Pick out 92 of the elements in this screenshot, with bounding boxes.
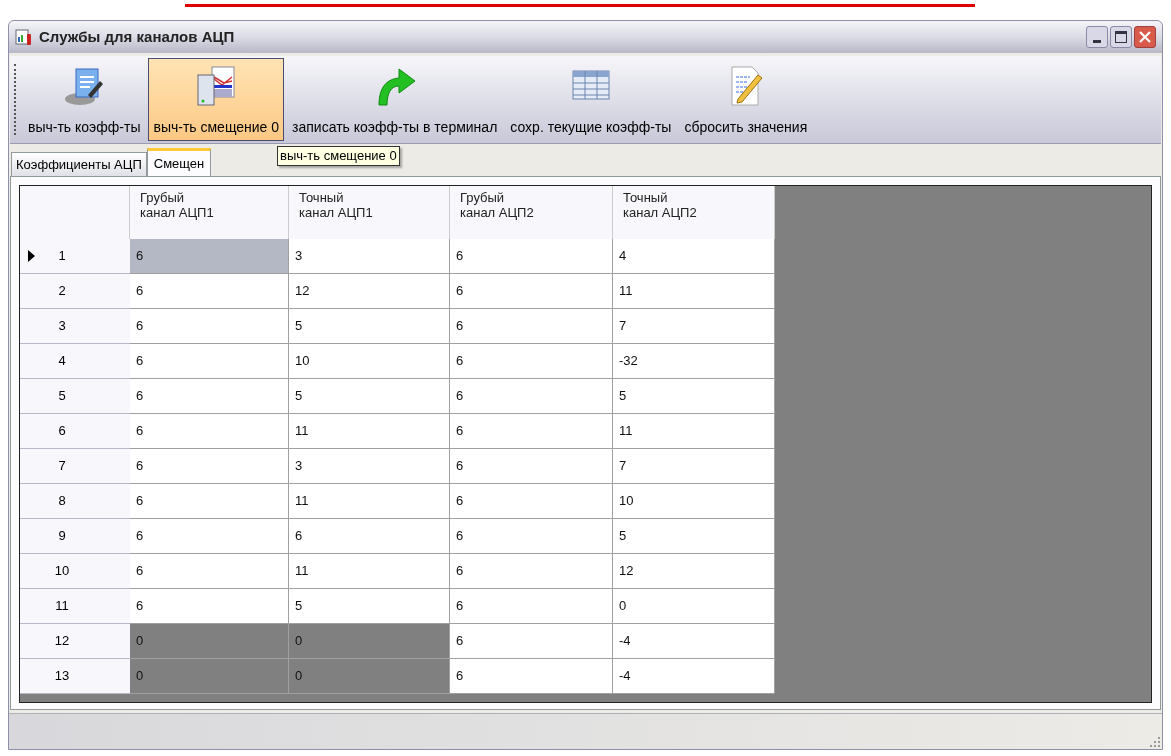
minimize-button[interactable] <box>1086 26 1108 48</box>
table-cell[interactable]: 3 <box>289 239 450 274</box>
close-icon <box>1139 31 1151 43</box>
row-header[interactable]: 12 <box>20 624 130 659</box>
close-button[interactable] <box>1134 26 1156 48</box>
row-number: 10 <box>53 562 71 581</box>
table-cell[interactable]: 10 <box>289 344 450 379</box>
row-number: 9 <box>57 527 67 546</box>
table-cell[interactable]: 4 <box>613 239 775 274</box>
maximize-icon <box>1115 31 1127 43</box>
row-header[interactable]: 9 <box>20 519 130 554</box>
app-icon <box>15 28 33 46</box>
table-cell[interactable]: 5 <box>613 519 775 554</box>
toolbar-button[interactable]: сохр. текущие коэфф-ты <box>505 58 677 141</box>
table-cell[interactable]: 11 <box>289 484 450 519</box>
tab[interactable]: Смещен <box>146 148 212 176</box>
window-title: Службы для каналов АЦП <box>39 26 235 47</box>
table-cell[interactable]: 6 <box>130 554 289 589</box>
table-cell[interactable]: 6 <box>289 519 450 554</box>
row-header[interactable]: 1 <box>20 239 130 274</box>
toolbar-grip <box>14 64 17 135</box>
table-cell[interactable]: 6 <box>450 414 613 449</box>
table-cell[interactable]: 6 <box>450 379 613 414</box>
table-cell[interactable]: 6 <box>450 449 613 484</box>
table-cell[interactable]: 6 <box>450 624 613 659</box>
row-header[interactable]: 10 <box>20 554 130 589</box>
row-number: 13 <box>53 667 71 686</box>
table-cell[interactable]: 3 <box>289 449 450 484</box>
table-cell[interactable]: 5 <box>289 309 450 344</box>
table-cell[interactable]: 6 <box>450 484 613 519</box>
table-cell[interactable]: 7 <box>613 309 775 344</box>
row-header[interactable]: 13 <box>20 659 130 694</box>
table-cell[interactable]: 6 <box>450 659 613 694</box>
table-cell[interactable]: 6 <box>130 239 289 274</box>
table-cell[interactable]: 6 <box>130 414 289 449</box>
table-cell[interactable]: 7 <box>613 449 775 484</box>
table-cell[interactable]: 6 <box>450 589 613 624</box>
toolbar-button[interactable]: сбросить значения <box>679 58 813 141</box>
row-number: 4 <box>57 352 67 371</box>
table-cell[interactable]: 11 <box>613 274 775 309</box>
table-cell[interactable]: -32 <box>613 344 775 379</box>
row-number: 1 <box>57 247 67 266</box>
table-cell[interactable]: 10 <box>613 484 775 519</box>
table-cell[interactable]: 12 <box>289 274 450 309</box>
table-cell[interactable]: 6 <box>450 554 613 589</box>
row-number: 7 <box>57 457 67 476</box>
table-cell[interactable]: 11 <box>289 414 450 449</box>
row-header[interactable]: 3 <box>20 309 130 344</box>
row-header[interactable]: 8 <box>20 484 130 519</box>
table-cell[interactable]: 11 <box>289 554 450 589</box>
tab[interactable]: Коэффициенты АЦП <box>11 152 147 176</box>
table-cell[interactable]: 6 <box>130 589 289 624</box>
table-cell[interactable]: 6 <box>450 344 613 379</box>
table-cell[interactable]: 6 <box>130 449 289 484</box>
table-cell[interactable]: 6 <box>130 344 289 379</box>
row-header[interactable]: 11 <box>20 589 130 624</box>
resize-grip-icon <box>1150 737 1160 747</box>
row-number: 12 <box>53 632 71 651</box>
row-number: 8 <box>57 492 67 511</box>
tooltip: выч-ть смещение 0 <box>277 146 400 166</box>
table-cell[interactable]: 6 <box>130 274 289 309</box>
table-cell[interactable]: 5 <box>289 379 450 414</box>
table-cell[interactable]: 6 <box>450 274 613 309</box>
table-cell[interactable]: 6 <box>450 239 613 274</box>
row-number: 11 <box>54 597 70 616</box>
table-cell[interactable]: 12 <box>613 554 775 589</box>
table-cell[interactable]: 0 <box>613 589 775 624</box>
toolbar-button[interactable]: записать коэфф-ты в терминал <box>287 58 503 141</box>
row-header[interactable]: 2 <box>20 274 130 309</box>
table-cell[interactable]: 5 <box>613 379 775 414</box>
table-cell[interactable]: 6 <box>450 519 613 554</box>
table-cell[interactable]: 11 <box>613 414 775 449</box>
row-header[interactable]: 4 <box>20 344 130 379</box>
row-header[interactable]: 7 <box>20 449 130 484</box>
table-cell[interactable]: 6 <box>130 484 289 519</box>
table-cell[interactable]: 6 <box>130 519 289 554</box>
table-cell[interactable]: 6 <box>450 309 613 344</box>
toolbar-button[interactable]: выч-ть коэфф-ты <box>23 58 146 141</box>
maximize-button[interactable] <box>1110 26 1132 48</box>
row-header[interactable]: 5 <box>20 379 130 414</box>
row-number: 2 <box>57 282 67 301</box>
toolbar-button[interactable]: выч-ть смещение 0 <box>148 58 285 141</box>
row-number: 6 <box>57 422 67 441</box>
table-cell[interactable]: 5 <box>289 589 450 624</box>
table-cell[interactable]: -4 <box>613 659 775 694</box>
minimize-icon <box>1093 40 1101 43</box>
table-cell[interactable]: 6 <box>130 309 289 344</box>
row-header[interactable]: 6 <box>20 414 130 449</box>
table-cell[interactable]: -4 <box>613 624 775 659</box>
row-number: 3 <box>57 317 67 336</box>
row-number: 5 <box>57 387 67 406</box>
table-cell[interactable]: 6 <box>130 379 289 414</box>
